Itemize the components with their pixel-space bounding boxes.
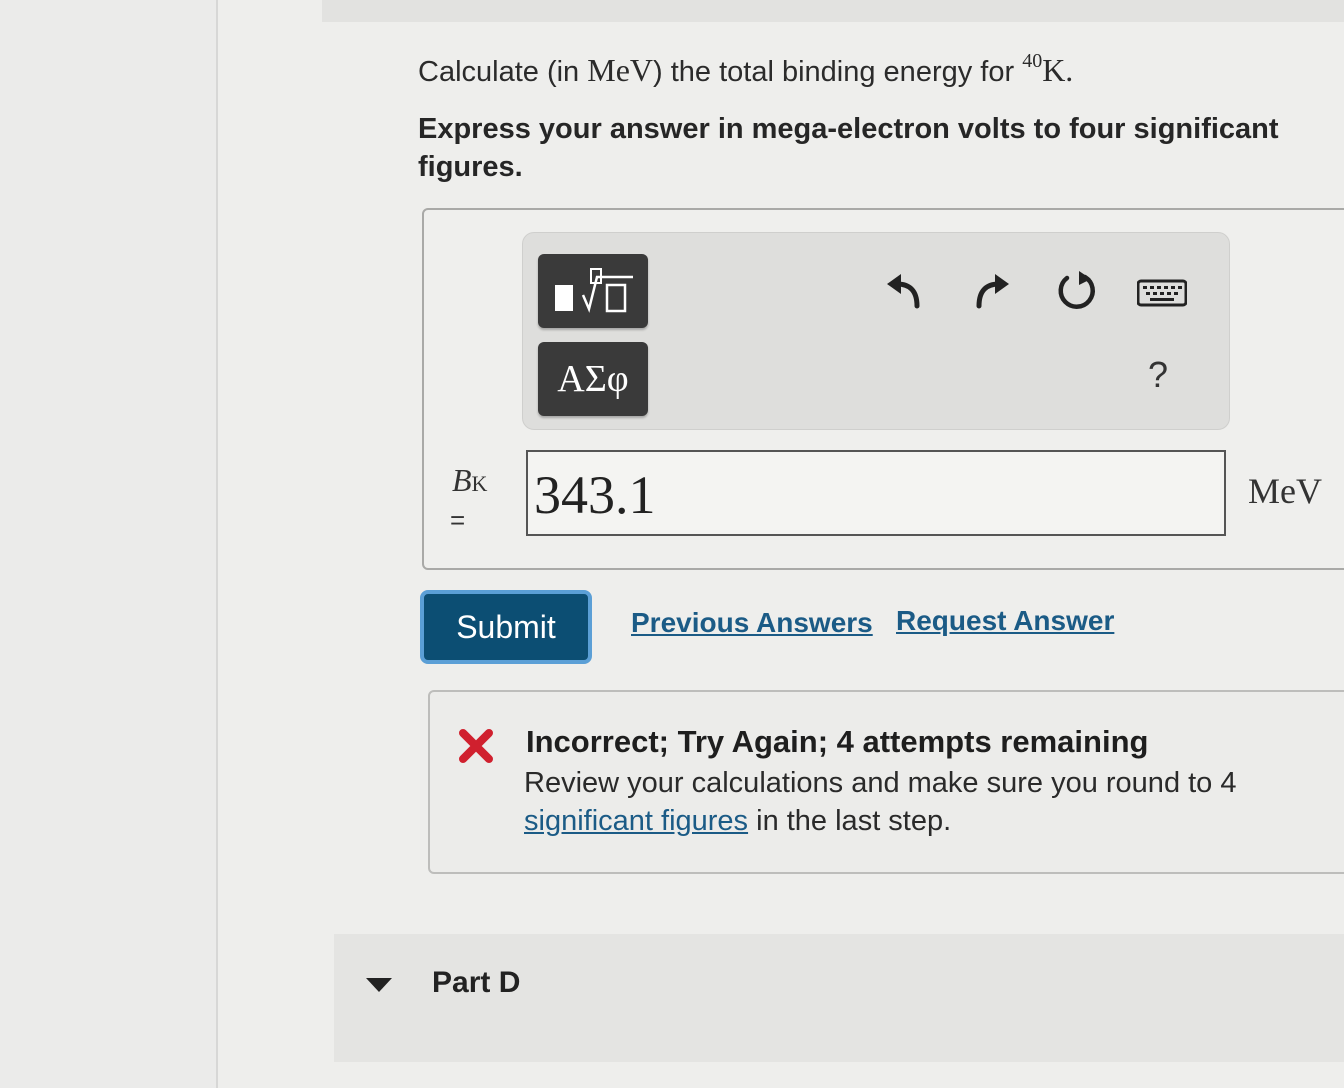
feedback-text: Review your calculations and make sure y…: [524, 767, 1237, 837]
help-button[interactable]: ?: [1148, 354, 1168, 396]
answer-unit: MeV: [1248, 471, 1322, 511]
submit-button[interactable]: Submit: [420, 590, 592, 664]
undo-icon[interactable]: [884, 268, 924, 312]
fraction-root-template-icon: [555, 268, 633, 313]
chevron-down-icon[interactable]: [366, 978, 392, 999]
left-pane: [0, 0, 218, 1088]
reset-icon[interactable]: [1054, 268, 1098, 312]
top-strip: [322, 0, 1344, 22]
incorrect-x-icon: [458, 728, 494, 764]
templates-button[interactable]: [538, 254, 648, 328]
equals-sign: =: [450, 505, 466, 535]
keyboard-icon[interactable]: [1136, 276, 1188, 310]
instruction-text: Express your answer in mega-electron vol…: [418, 113, 1279, 183]
answer-variable: BK: [452, 462, 488, 498]
feedback-title: Incorrect; Try Again; 4 attempts remaini…: [526, 724, 1149, 759]
request-answer-link[interactable]: Request Answer: [896, 605, 1114, 637]
answer-input[interactable]: 343.1: [526, 450, 1226, 536]
redo-icon[interactable]: [972, 268, 1012, 312]
significant-figures-link[interactable]: significant figures: [524, 805, 748, 837]
part-d-label: Part D: [432, 966, 521, 999]
previous-answers-link[interactable]: Previous Answers: [631, 607, 873, 639]
greek-symbols-button[interactable]: ΑΣφ: [538, 342, 648, 416]
question-text: Calculate (in MeV) the total binding ene…: [418, 50, 1074, 88]
